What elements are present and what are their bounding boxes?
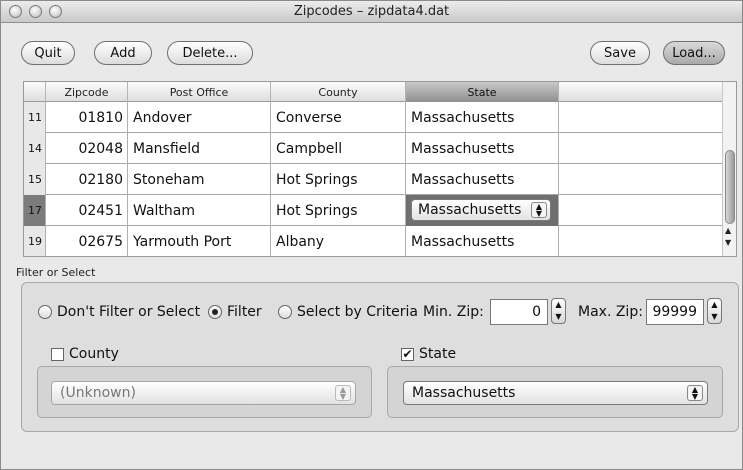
state-popup-value: Massachusetts <box>412 385 516 401</box>
state-cell[interactable]: Massachusetts <box>406 164 559 195</box>
min-zip-label: Min. Zip: <box>423 304 484 320</box>
zipcode-table[interactable]: Zipcode Post Office County State 11 0181… <box>23 81 737 257</box>
add-button[interactable]: Add <box>94 41 152 65</box>
state-popup[interactable]: Massachusetts ▲ ▼ <box>403 381 708 405</box>
column-header-post-office[interactable]: Post Office <box>128 82 271 102</box>
post-office-cell[interactable]: Waltham <box>128 195 271 226</box>
max-zip-label: Max. Zip: <box>578 304 643 320</box>
row-number: 17 <box>24 195 46 226</box>
main-window: Zipcodes – zipdata4.dat Quit Add Delete.… <box>0 0 743 470</box>
row-number: 11 <box>24 102 46 133</box>
post-office-cell[interactable]: Stoneham <box>128 164 271 195</box>
state-checkbox-label: State <box>419 346 457 362</box>
chevron-updown-icon: ▲ ▼ <box>687 385 703 401</box>
state-cell-editing: Massachusetts ▲ ▼ <box>406 195 559 226</box>
chevron-updown-icon: ▲ ▼ <box>531 202 547 218</box>
zipcode-cell[interactable]: 01810 <box>46 102 128 133</box>
row-number: 19 <box>24 226 46 256</box>
zipcode-cell[interactable]: 02048 <box>46 133 128 164</box>
zipcode-cell[interactable]: 02675 <box>46 226 128 256</box>
scroll-down-arrow-icon[interactable]: ▼ <box>725 238 731 247</box>
checkmark-icon: ✔ <box>401 346 414 361</box>
post-office-cell[interactable]: Andover <box>128 102 271 133</box>
radio-filter-label: Filter <box>227 304 262 320</box>
scroll-up-arrow-icon[interactable]: ▲ <box>725 226 731 235</box>
county-checkbox-label: County <box>69 346 119 362</box>
row-number-header <box>24 82 46 102</box>
column-header-county[interactable]: County <box>271 82 406 102</box>
max-zip-field[interactable]: 99999 <box>646 299 704 325</box>
county-cell[interactable]: Albany <box>271 226 406 256</box>
delete-button[interactable]: Delete... <box>167 41 253 65</box>
post-office-cell[interactable]: Yarmouth Port <box>128 226 271 256</box>
checkbox-unchecked-icon <box>51 347 64 361</box>
county-checkbox[interactable]: County <box>51 346 119 362</box>
row-number: 15 <box>24 164 46 195</box>
filter-section-label: Filter or Select <box>16 266 96 279</box>
save-button[interactable]: Save <box>590 41 650 65</box>
table-row[interactable]: 15 02180 Stoneham Hot Springs Massachuse… <box>24 164 723 195</box>
county-cell[interactable]: Hot Springs <box>271 195 406 226</box>
column-header-state[interactable]: State <box>406 82 559 102</box>
row-number: 14 <box>24 133 46 164</box>
radio-select-by-criteria[interactable]: Select by Criteria <box>278 304 418 320</box>
column-header-zipcode[interactable]: Zipcode <box>46 82 128 102</box>
county-cell[interactable]: Converse <box>271 102 406 133</box>
table-vertical-scrollbar[interactable]: ▲ ▼ <box>722 82 736 256</box>
county-cell[interactable]: Hot Springs <box>271 164 406 195</box>
state-cell[interactable]: Massachusetts <box>406 133 559 164</box>
table-row[interactable]: 19 02675 Yarmouth Port Albany Massachuse… <box>24 226 723 256</box>
zipcode-cell[interactable]: 02451 <box>46 195 128 226</box>
county-popup-disabled: (Unknown) ▲ ▼ <box>51 381 356 405</box>
zipcode-cell[interactable]: 02180 <box>46 164 128 195</box>
table-header: Zipcode Post Office County State <box>24 82 723 102</box>
radio-circle-icon <box>38 305 52 319</box>
chevron-updown-icon: ▲ ▼ <box>335 385 351 401</box>
min-zip-field[interactable]: 0 <box>490 299 548 325</box>
state-cell-popup-value: Massachusetts <box>418 202 522 218</box>
radio-select-by-criteria-label: Select by Criteria <box>297 304 419 320</box>
post-office-cell[interactable]: Mansfield <box>128 133 271 164</box>
state-checkbox[interactable]: ✔ State <box>401 346 456 362</box>
state-cell[interactable]: Massachusetts <box>406 226 559 256</box>
state-cell[interactable]: Massachusetts <box>406 102 559 133</box>
title-bar: Zipcodes – zipdata4.dat <box>1 1 742 23</box>
min-zip-stepper[interactable]: ▲ ▼ <box>551 298 566 324</box>
window-title: Zipcodes – zipdata4.dat <box>293 4 450 19</box>
radio-filter[interactable]: Filter <box>208 304 262 320</box>
radio-selected-icon <box>208 305 222 319</box>
quit-button[interactable]: Quit <box>21 41 75 65</box>
radio-dont-filter-label: Don't Filter or Select <box>57 304 201 320</box>
table-row[interactable]: 11 01810 Andover Converse Massachusetts <box>24 102 723 133</box>
max-zip-stepper[interactable]: ▲ ▼ <box>707 298 722 324</box>
radio-circle-icon <box>278 305 292 319</box>
table-row-selected[interactable]: 17 02451 Waltham Hot Springs Massachuset… <box>24 195 723 226</box>
radio-dont-filter[interactable]: Don't Filter or Select <box>38 304 200 320</box>
scrollbar-thumb[interactable] <box>725 150 735 224</box>
county-cell[interactable]: Campbell <box>271 133 406 164</box>
load-button[interactable]: Load... <box>663 41 725 65</box>
table-row[interactable]: 14 02048 Mansfield Campbell Massachusett… <box>24 133 723 164</box>
state-cell-popup[interactable]: Massachusetts ▲ ▼ <box>411 199 551 221</box>
county-popup-value: (Unknown) <box>60 385 136 401</box>
